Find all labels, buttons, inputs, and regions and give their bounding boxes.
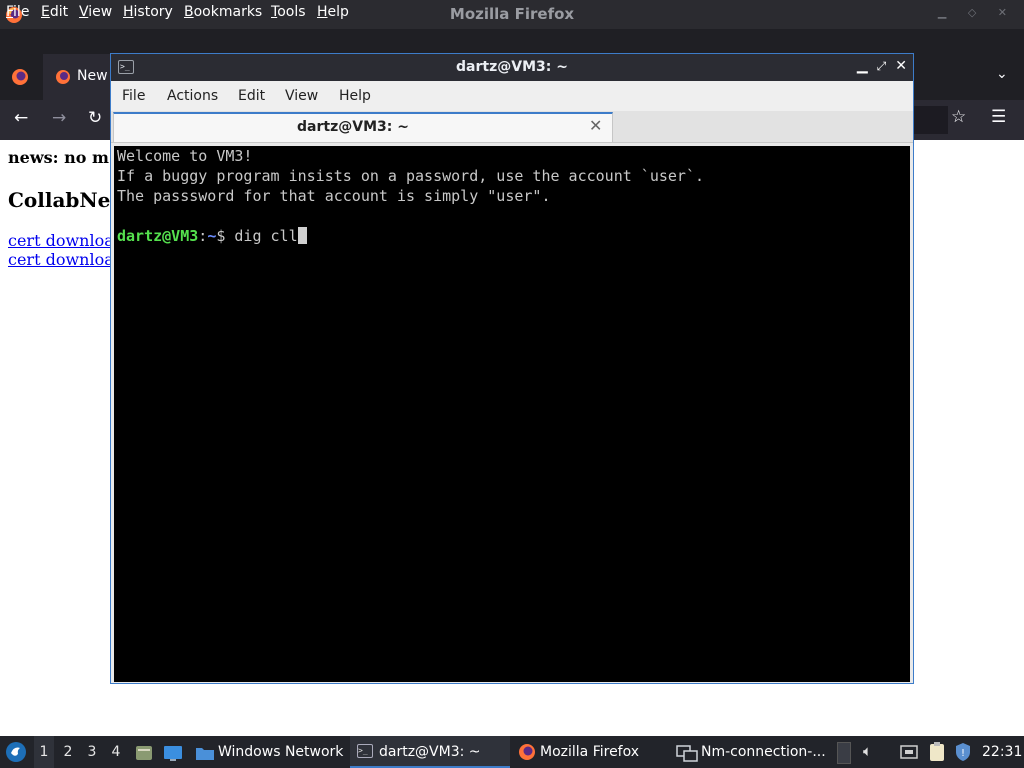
- terminal-window: >_ dartz@VM3: ~ ▁ ⤢ ✕ File Actions Edit Vi…: [110, 53, 914, 684]
- url-bar[interactable]: [912, 106, 948, 134]
- firefox-icon: [519, 744, 535, 760]
- terminal-window-controls: ▁ ⤢ ✕: [857, 58, 907, 74]
- list-all-tabs-chevron-icon[interactable]: ⌄: [996, 66, 1008, 82]
- text-cursor: [297, 227, 307, 244]
- svg-text:!: !: [961, 748, 965, 759]
- cert-download-link-1[interactable]: cert downloa: [8, 231, 114, 250]
- task-windows-network[interactable]: Windows Network: [218, 736, 343, 768]
- start-menu-icon[interactable]: [5, 741, 27, 763]
- firefox-window-controls[interactable]: ▁ ◇ ✕: [938, 6, 1016, 19]
- ff-menu-help[interactable]: Help: [317, 0, 349, 25]
- tab-close-icon[interactable]: ✕: [589, 116, 602, 135]
- ff-menu-file[interactable]: File: [6, 0, 29, 25]
- back-arrow-icon[interactable]: ←: [14, 108, 28, 128]
- clock[interactable]: 22:31: [982, 736, 1022, 768]
- term-menu-edit[interactable]: Edit: [238, 81, 265, 111]
- term-menu-actions[interactable]: Actions: [167, 81, 218, 111]
- prompt-user: dartz@VM3: [117, 227, 199, 245]
- close-icon[interactable]: ✕: [895, 58, 907, 74]
- clipboard-icon[interactable]: [927, 741, 947, 763]
- terminal-tab-label: dartz@VM3: ~: [297, 119, 409, 135]
- firefox-tab-icon: [56, 70, 70, 84]
- cert-download-link-2[interactable]: cert downloa: [8, 250, 114, 269]
- firefox-menubar: [0, 29, 1024, 54]
- terminal-line-1: Welcome to VM3!: [117, 147, 253, 165]
- updates-shield-icon[interactable]: !: [953, 741, 973, 763]
- show-desktop-icon[interactable]: [162, 744, 184, 762]
- ff-menu-bookmarks[interactable]: Bookmarks: [184, 0, 262, 25]
- task-firefox[interactable]: Mozilla Firefox: [540, 736, 639, 768]
- reload-icon[interactable]: ↻: [88, 108, 102, 128]
- network-connections-icon: [676, 745, 698, 762]
- terminal-line-3: The passsword for that account is simply…: [117, 187, 551, 205]
- file-manager-launcher-icon[interactable]: [134, 744, 154, 762]
- forward-arrow-icon[interactable]: →: [52, 108, 66, 128]
- terminal-line-2: If a buggy program insists on a password…: [117, 167, 704, 185]
- terminal-icon: >_: [357, 744, 373, 758]
- folder-icon: [196, 748, 214, 760]
- term-menu-help[interactable]: Help: [339, 81, 371, 111]
- firefox-view-icon[interactable]: [10, 67, 30, 87]
- page-heading: CollabNet: [8, 188, 120, 212]
- page-news-text: news: no m: [8, 148, 109, 167]
- workspace-1[interactable]: 1: [34, 736, 54, 768]
- firefox-tab-label: New: [77, 68, 108, 84]
- task-terminal[interactable]: dartz@VM3: ~: [379, 736, 481, 768]
- maximize-icon[interactable]: ⤢: [877, 59, 887, 73]
- prompt-symbol: $: [216, 227, 235, 245]
- volume-icon[interactable]: 🔈︎: [863, 742, 872, 760]
- term-menu-file[interactable]: File: [122, 81, 145, 111]
- bookmark-star-icon[interactable]: ☆: [951, 107, 966, 127]
- network-status-icon[interactable]: [899, 743, 919, 761]
- ff-menu-view[interactable]: View: [79, 0, 112, 25]
- command-input[interactable]: dig cll: [234, 227, 297, 245]
- prompt-separator: :: [198, 227, 208, 245]
- scroll-handle-icon[interactable]: [837, 742, 851, 764]
- ff-menu-edit[interactable]: Edit: [41, 0, 68, 25]
- terminal-window-title: dartz@VM3: ~: [456, 59, 568, 75]
- workspace-3[interactable]: 3: [82, 736, 102, 768]
- workspace-2[interactable]: 2: [58, 736, 78, 768]
- terminal-prompt-line: dartz@VM3:~$ dig cll: [117, 226, 307, 246]
- workspace-4[interactable]: 4: [106, 736, 126, 768]
- term-menu-view[interactable]: View: [285, 81, 318, 111]
- terminal-screen[interactable]: Welcome to VM3! If a buggy program insis…: [114, 146, 910, 682]
- prompt-path: ~: [207, 227, 217, 245]
- ff-menu-tools[interactable]: Tools: [271, 0, 306, 25]
- task-nm-connection-editor[interactable]: Nm-connection-...: [701, 736, 826, 768]
- terminal-menubar: [111, 81, 913, 111]
- ff-menu-history[interactable]: History: [123, 0, 173, 25]
- hamburger-menu-icon[interactable]: ☰: [991, 107, 1006, 127]
- minimize-icon[interactable]: ▁: [857, 58, 868, 74]
